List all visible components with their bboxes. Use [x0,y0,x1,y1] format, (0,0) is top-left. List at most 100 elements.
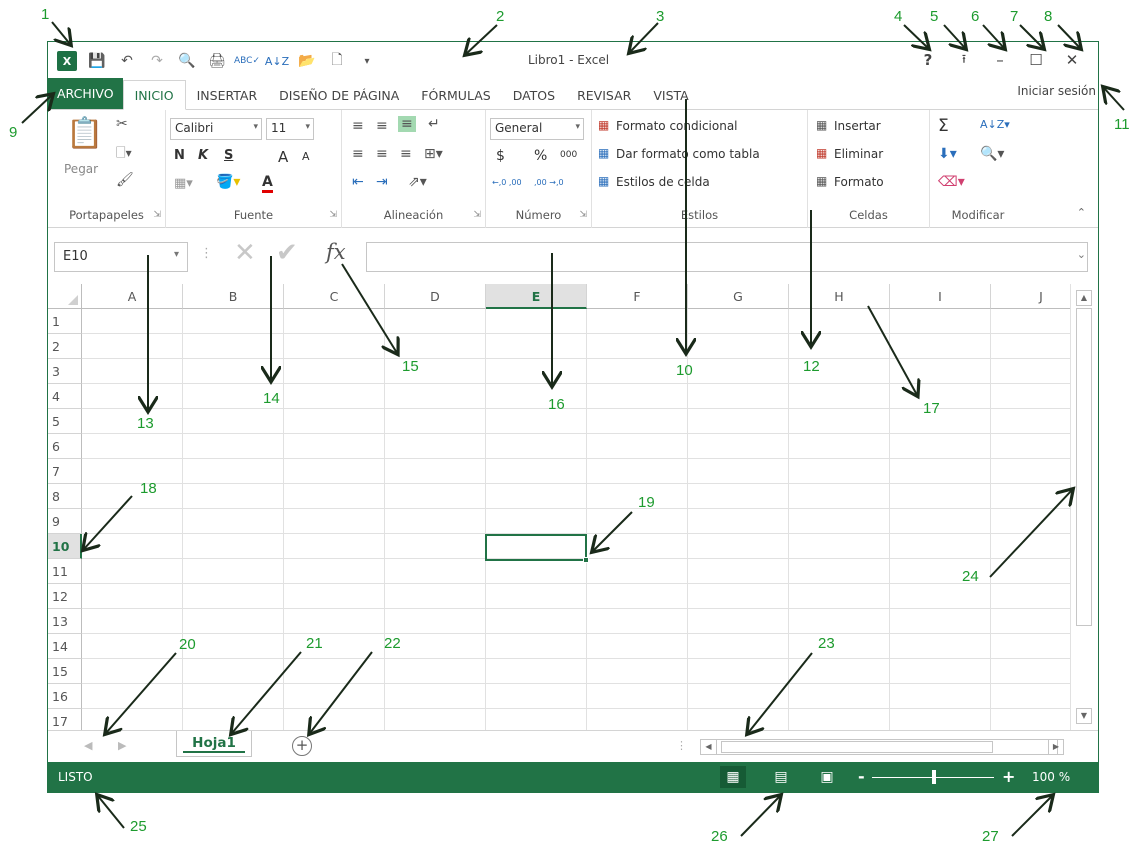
scroll-up-icon[interactable]: ▲ [1076,290,1092,306]
format-painter-icon[interactable]: 🖌 [116,172,134,188]
column-header-b[interactable]: B [183,284,284,309]
select-all-corner[interactable] [48,284,82,309]
column-header-a[interactable]: A [82,284,183,309]
column-header-i[interactable]: I [890,284,991,309]
scroll-left-icon[interactable]: ◀ [701,740,717,754]
insert-cells-button[interactable]: Insertar [834,119,881,133]
paste-icon[interactable]: 📋 [66,116,103,151]
tab-datos[interactable]: DATOS [502,81,566,109]
row-header-15[interactable]: 15 [48,659,82,684]
print-preview-icon[interactable]: 🔍 [174,50,200,72]
row-header-5[interactable]: 5 [48,409,82,434]
column-header-c[interactable]: C [284,284,385,309]
sheet-prev-icon[interactable]: ◀ [84,739,92,752]
increase-indent-icon[interactable]: ⇥ [376,174,388,190]
row-header-6[interactable]: 6 [48,434,82,459]
column-header-g[interactable]: G [688,284,789,309]
align-right-icon[interactable]: ≡ [400,146,412,162]
row-header-10[interactable]: 10 [48,534,82,559]
new-document-icon[interactable]: 🗋 [324,50,350,72]
row-header-2[interactable]: 2 [48,334,82,359]
font-name-dropdown[interactable]: Calibri ▾ [170,118,262,140]
enter-icon[interactable]: ✔ [276,238,298,268]
align-bottom-icon[interactable]: ≡ [398,116,416,132]
row-header-9[interactable]: 9 [48,509,82,534]
fill-handle[interactable] [583,557,589,563]
add-sheet-icon[interactable]: + [292,736,312,756]
borders-icon[interactable]: ▦▾ [174,176,193,191]
zoom-level[interactable]: 100 % [1032,770,1070,784]
cancel-icon[interactable]: ✕ [234,238,256,268]
customize-qat-icon[interactable]: ▾ [354,50,380,72]
vertical-scrollbar[interactable]: ▲ ▼ [1070,284,1098,730]
spelling-icon[interactable]: ABC✓ [234,50,260,72]
row-header-8[interactable]: 8 [48,484,82,509]
grow-font-button[interactable]: A [278,148,288,166]
font-launcher-icon[interactable]: ⇲ [329,210,337,220]
format-cells-button[interactable]: Formato [834,175,884,189]
tab-insertar[interactable]: INSERTAR [186,81,269,109]
zoom-in-icon[interactable]: + [1002,767,1015,786]
save-icon[interactable]: 💾 [84,50,110,72]
undo-icon[interactable]: ↶ [114,50,140,72]
copy-icon[interactable]: 🗌▾ [116,144,132,165]
excel-logo-icon[interactable]: X [54,50,80,72]
align-center-icon[interactable]: ≡ [376,146,388,162]
align-middle-icon[interactable]: ≡ [376,118,388,134]
column-header-h[interactable]: H [789,284,890,309]
wrap-text-icon[interactable]: ↵ [428,116,440,132]
thousands-button[interactable]: 000 [560,150,577,160]
row-header-3[interactable]: 3 [48,359,82,384]
horizontal-scrollbar[interactable]: ◀ [700,739,1058,755]
page-break-view-icon[interactable]: ▣ [814,766,840,788]
close-icon[interactable]: ✕ [1054,48,1090,72]
vertical-scroll-thumb[interactable] [1076,308,1092,626]
orientation-icon[interactable]: ⇗▾ [408,174,427,190]
currency-button[interactable]: $ [496,148,505,164]
find-select-icon[interactable]: 🔍▾ [980,146,1004,162]
fill-icon[interactable]: ⬇▾ [938,146,957,162]
tab-inicio[interactable]: INICIO [122,80,186,110]
font-color-button[interactable]: A [262,174,273,193]
number-launcher-icon[interactable]: ⇲ [579,210,587,220]
row-header-13[interactable]: 13 [48,609,82,634]
zoom-out-icon[interactable]: - [858,767,865,786]
active-cell[interactable] [485,534,589,563]
conditional-format-button[interactable]: Formato condicional [616,119,738,133]
merge-center-icon[interactable]: ⊞▾ [424,146,443,162]
column-header-d[interactable]: D [385,284,486,309]
tab-formulas[interactable]: FÓRMULAS [410,81,501,109]
row-header-14[interactable]: 14 [48,634,82,659]
tab-diseno-pagina[interactable]: DISEÑO DE PÁGINA [268,81,410,109]
number-format-dropdown[interactable]: General ▾ [490,118,584,140]
paste-label[interactable]: Pegar [64,162,98,176]
sheet-tab-hoja1[interactable]: Hoja1 [176,731,252,757]
expand-formula-bar-icon[interactable]: ⌄ [1077,248,1086,261]
page-layout-view-icon[interactable]: ▤ [768,766,794,788]
redo-icon[interactable]: ↷ [144,50,170,72]
column-header-j[interactable]: J [991,284,1070,309]
bold-button[interactable]: N [174,148,185,163]
quick-print-icon[interactable]: 🖨 [204,50,230,72]
open-folder-icon[interactable]: 📂 [294,50,320,72]
cut-icon[interactable]: ✂ [116,116,128,132]
collapse-ribbon-icon[interactable]: ⌃ [1077,206,1086,219]
underline-button[interactable]: S [224,148,233,163]
scroll-right-icon[interactable]: ▶ [1048,739,1064,755]
tab-revisar[interactable]: REVISAR [566,81,642,109]
insert-function-icon[interactable]: fx [326,240,346,264]
autosum-button[interactable]: Σ [938,116,949,136]
shrink-font-button[interactable]: A [302,150,310,163]
tab-archivo[interactable]: ARCHIVO [48,78,123,109]
decrease-decimal-button[interactable]: ,00 →,0 [534,178,564,187]
sheet-next-icon[interactable]: ▶ [118,739,126,752]
decrease-indent-icon[interactable]: ⇤ [352,174,364,190]
ribbon-display-options-icon[interactable]: ⭱ [946,48,982,72]
minimize-icon[interactable]: – [982,48,1018,72]
percent-button[interactable]: % [534,148,547,164]
format-as-table-button[interactable]: Dar formato como tabla [616,147,760,161]
zoom-slider-thumb[interactable] [932,770,936,784]
horizontal-scroll-thumb[interactable] [721,741,993,753]
row-header-7[interactable]: 7 [48,459,82,484]
row-header-4[interactable]: 4 [48,384,82,409]
